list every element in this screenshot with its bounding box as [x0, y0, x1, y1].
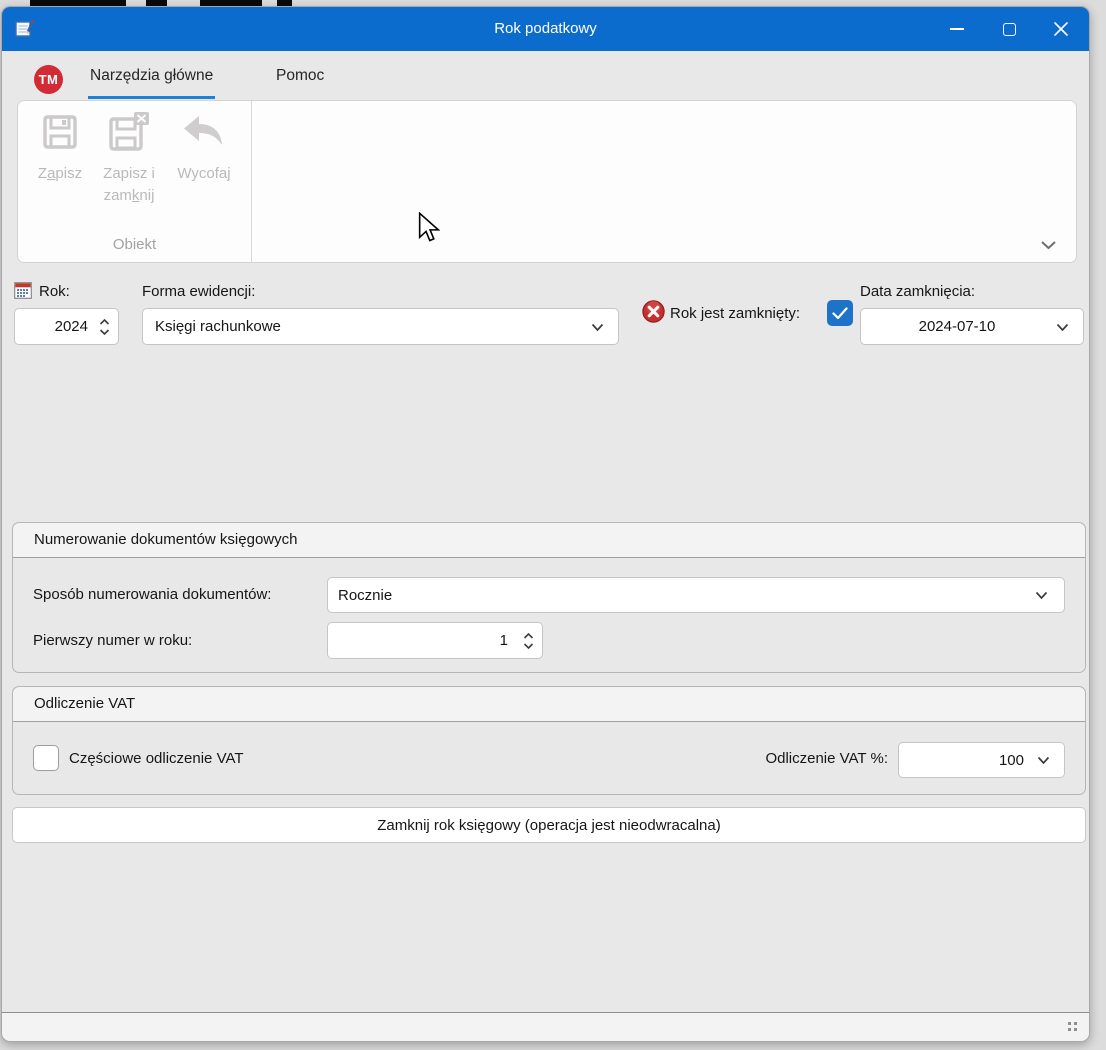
undo-icon	[181, 109, 227, 155]
ribbon-group-obiekt: Zapisz Zapisz i zamknij	[18, 101, 252, 262]
ribbon-collapse-button[interactable]	[1040, 238, 1058, 252]
tab-pomoc[interactable]: Pomoc	[274, 57, 326, 99]
year-value: 2024	[55, 318, 88, 335]
calendar-icon	[14, 282, 32, 299]
ribbon-group-label: Obiekt	[18, 236, 251, 253]
spin-down-icon	[99, 328, 110, 336]
screen: { "window": { "title": "Rok podatkowy" }…	[0, 0, 1106, 1050]
year-spinner[interactable]: 2024	[14, 308, 119, 345]
spin-up-icon	[99, 318, 110, 326]
minimize-button[interactable]	[931, 7, 983, 51]
numbering-section-title: Numerowanie dokumentów księgowych	[13, 523, 1085, 558]
spin-down-icon	[523, 642, 534, 650]
tab-narzedzia-glowne[interactable]: Narzędzia główne	[88, 57, 215, 99]
partial-vat-checkbox[interactable]	[33, 745, 59, 771]
closing-date-dropdown[interactable]: 2024-07-10	[860, 308, 1084, 345]
minimize-icon	[950, 28, 964, 30]
chevron-down-icon	[1056, 323, 1069, 332]
ledger-type-value: Księgi rachunkowe	[155, 318, 281, 335]
vat-percent-value: 100	[999, 752, 1024, 769]
checkmark-icon	[832, 307, 848, 320]
ledger-type-dropdown[interactable]: Księgi rachunkowe	[142, 308, 619, 345]
first-number-spinner[interactable]: 1	[327, 622, 543, 659]
chevron-down-icon	[591, 323, 604, 332]
first-number-label: Pierwszy numer w roku:	[33, 630, 192, 652]
closing-date-label: Data zamknięcia:	[860, 281, 975, 303]
year-closed-label: Rok jest zamknięty:	[670, 303, 800, 325]
vat-section: Odliczenie VAT	[12, 686, 1086, 795]
chevron-down-icon	[1037, 756, 1050, 765]
statusbar	[2, 1012, 1089, 1041]
vat-percent-dropdown[interactable]: 100	[898, 742, 1065, 778]
numbering-mode-value: Rocznie	[338, 587, 392, 604]
first-number-value: 1	[500, 632, 508, 649]
chevron-down-icon	[1035, 591, 1048, 600]
save-button-label: Zapisz	[38, 163, 82, 185]
partial-vat-label: Częściowe odliczenie VAT	[69, 748, 244, 770]
chevron-down-icon	[1040, 239, 1057, 251]
close-icon	[1053, 21, 1069, 37]
ledger-type-label: Forma ewidencji:	[142, 281, 255, 303]
first-number-spinner-buttons[interactable]	[520, 629, 536, 653]
resize-grip-icon[interactable]	[1068, 1022, 1071, 1025]
app-menu-badge[interactable]: TM	[34, 65, 63, 94]
year-closed-checkbox[interactable]	[827, 300, 853, 326]
save-and-close-button-label: Zapisz i zamknij	[103, 163, 155, 207]
spin-up-icon	[523, 632, 534, 640]
numbering-mode-dropdown[interactable]: Rocznie	[327, 577, 1065, 613]
titlebar: Rok podatkowy	[2, 7, 1089, 51]
close-year-button[interactable]: Zamknij rok księgowy (operacja jest nieo…	[12, 807, 1086, 843]
vat-section-title: Odliczenie VAT	[13, 687, 1085, 722]
undo-button-label: Wycofaj	[177, 163, 230, 185]
year-spinner-buttons[interactable]	[96, 315, 112, 339]
ribbon-panel: Zapisz Zapisz i zamknij	[17, 100, 1077, 263]
close-button[interactable]	[1035, 7, 1087, 51]
error-icon	[642, 300, 665, 323]
save-button[interactable]: Zapisz	[28, 109, 92, 185]
save-and-close-button[interactable]: Zapisz i zamknij	[92, 109, 166, 207]
app-window: Rok podatkowy TM Narzędzia główne Pomoc	[1, 6, 1090, 1042]
year-label: Rok:	[39, 281, 70, 303]
ribbon-tab-row: TM Narzędzia główne Pomoc	[2, 51, 1089, 101]
window-title: Rok podatkowy	[2, 7, 1089, 51]
undo-button[interactable]: Wycofaj	[166, 109, 242, 185]
closing-date-value: 2024-07-10	[919, 318, 996, 335]
maximize-button[interactable]	[983, 7, 1035, 51]
save-and-close-icon	[106, 109, 152, 155]
maximize-icon	[1003, 23, 1016, 36]
window-controls	[931, 7, 1087, 51]
vat-percent-label: Odliczenie VAT %:	[742, 748, 888, 770]
numbering-mode-label: Sposób numerowania dokumentów:	[33, 584, 271, 606]
save-icon	[40, 109, 80, 155]
